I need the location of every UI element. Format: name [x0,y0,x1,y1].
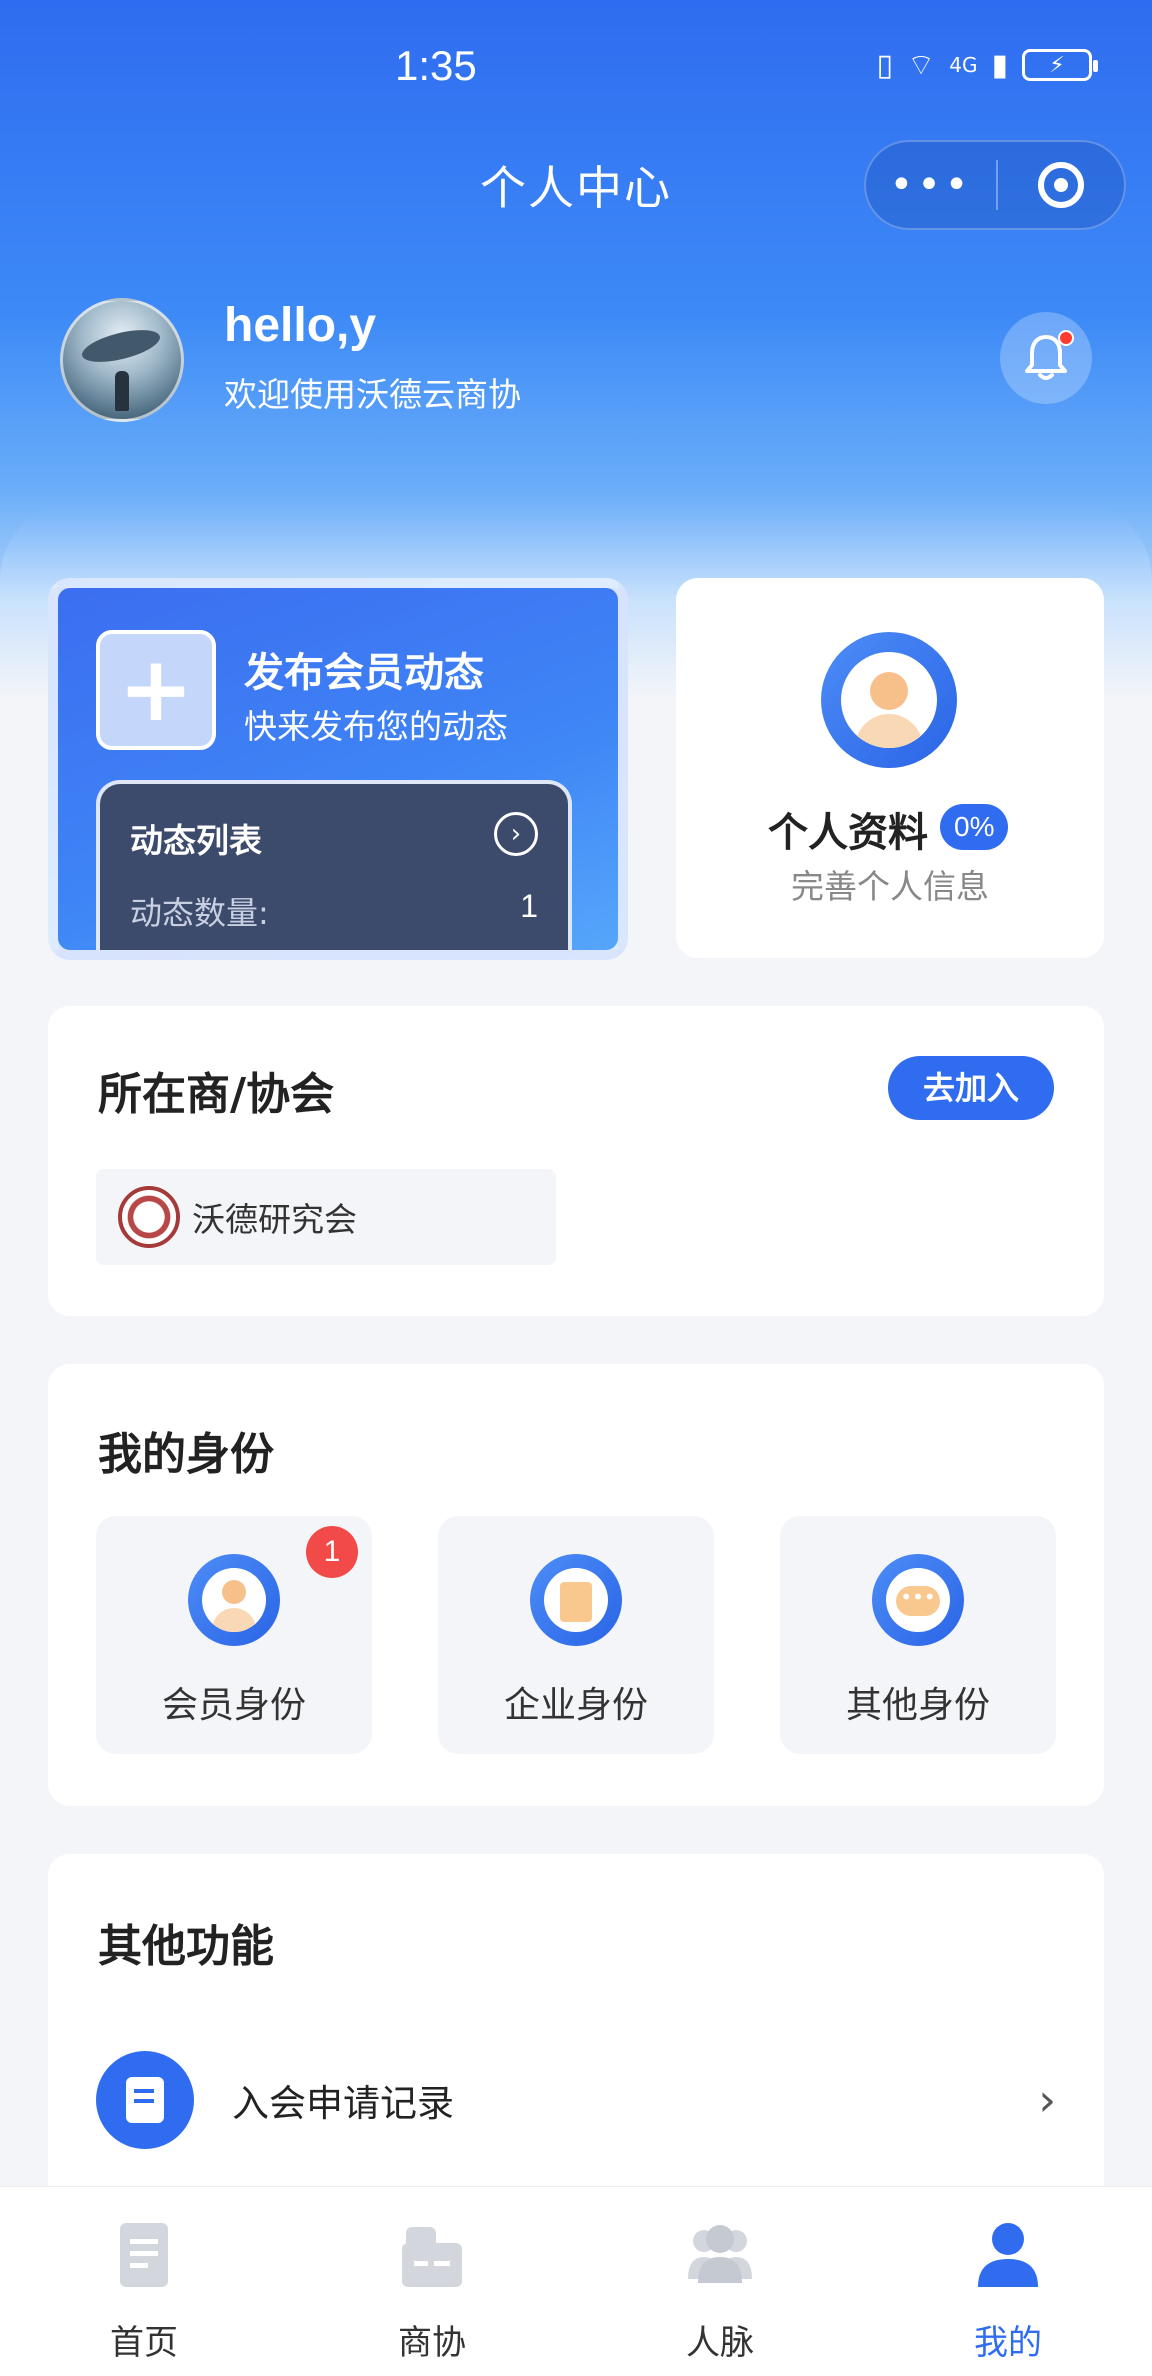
join-button[interactable]: 去加入 [888,1056,1054,1120]
other-identity-icon: ••• [872,1554,964,1646]
notification-dot [1058,330,1074,346]
avatar[interactable] [60,298,184,422]
post-dynamic-card[interactable]: + 发布会员动态 快来发布您的动态 动态列表 › 动态数量: 1 [48,578,628,960]
association-card: 所在商/协会 去加入 沃德研究会 [48,1006,1104,1316]
status-bar: 1:35 ▯ ⌔ 4G ▮ ⚡ [0,0,1152,130]
battery-charging-icon: ⚡ [1022,49,1098,81]
enterprise-icon [530,1554,622,1646]
plus-icon[interactable]: + [96,630,216,750]
notification-button[interactable] [1000,312,1092,404]
chevron-right-circle-icon[interactable]: › [494,812,538,856]
association-name: 沃德研究会 [192,1200,357,1239]
target-circle-icon [1038,162,1084,208]
tab-profile-label: 我的 [974,2323,1042,2363]
other-functions-title: 其他功能 [98,1921,274,1972]
member-icon [188,1554,280,1646]
status-time: 1:35 [395,42,477,89]
dynamic-list-panel[interactable]: 动态列表 › 动态数量: 1 [96,780,572,950]
association-title: 所在商/协会 [98,1069,335,1120]
identity-member[interactable]: 1 会员身份 [96,1516,372,1754]
member-badge: 1 [306,1526,358,1578]
bottom-tabbar: 首页 商协 人脉 我的 [0,2186,1152,2376]
vibrate-icon: ▯ [876,47,894,83]
profile-icon [978,2223,1038,2287]
profile-user-icon [821,632,957,768]
post-subtitle: 快来发布您的动态 [244,707,508,746]
association-logo-icon [118,1186,180,1248]
application-record-label: 入会申请记录 [232,2082,454,2125]
association-icon [402,2227,462,2287]
tab-association[interactable]: 商协 [288,2187,576,2376]
identity-enterprise[interactable]: 企业身份 [438,1516,714,1754]
profile-progress-badge: 0% [940,804,1009,850]
user-greeting: hello,y [224,299,377,352]
post-title: 发布会员动态 [244,650,484,696]
welcome-text: 欢迎使用沃德云商协 [224,375,521,414]
more-dots-icon[interactable]: ••• [866,165,996,205]
wifi-icon: ⌔ [907,48,936,83]
identity-other[interactable]: ••• 其他身份 [780,1516,1056,1754]
identity-other-label: 其他身份 [845,1685,990,1726]
miniprogram-capsule: ••• [864,140,1126,230]
profile-title: 个人资料 [768,810,928,856]
dynamic-list-title: 动态列表 [130,821,262,860]
chevron-right-icon: › [1038,2074,1056,2126]
contacts-icon [688,2225,752,2283]
tab-contacts-label: 人脉 [686,2323,754,2363]
tab-profile[interactable]: 我的 [864,2187,1152,2376]
profile-card[interactable]: 个人资料 0% 完善个人信息 [676,578,1104,958]
application-record-icon [96,2051,194,2149]
identity-enterprise-label: 企业身份 [503,1685,648,1726]
identity-title: 我的身份 [98,1429,274,1480]
profile-subtitle: 完善个人信息 [791,867,989,906]
tab-association-label: 商协 [398,2323,466,2363]
network-label: 4G [949,53,978,77]
tab-home-label: 首页 [110,2323,178,2363]
application-record-row[interactable]: 入会申请记录 › [96,2050,1056,2150]
dynamic-count-label: 动态数量: [130,894,269,932]
status-icons: ▯ ⌔ 4G ▮ ⚡ [876,46,1098,84]
home-icon [120,2223,168,2287]
signal-icon: ▮ [991,47,1008,83]
tab-home[interactable]: 首页 [0,2187,288,2376]
tab-contacts[interactable]: 人脉 [576,2187,864,2376]
identity-card: 我的身份 1 会员身份 企业身份 ••• 其他身份 [48,1364,1104,1806]
dynamic-count-value: 1 [520,888,538,924]
close-miniprogram-button[interactable] [998,162,1124,208]
avatar-whale-shape [79,323,163,369]
identity-member-label: 会员身份 [161,1685,306,1726]
avatar-person-shape [115,371,129,411]
association-item[interactable]: 沃德研究会 [96,1169,556,1265]
